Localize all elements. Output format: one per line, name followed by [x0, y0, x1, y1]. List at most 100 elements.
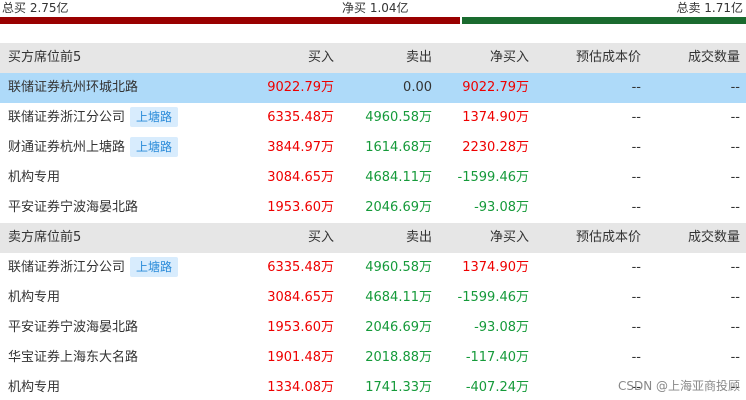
seat-tag-badge[interactable]: 上塘路 — [130, 106, 179, 127]
buy-seats-table: 买方席位前5 买入 卖出 净买入 预估成本价 成交数量 联储证券杭州环城北路 90… — [0, 43, 746, 223]
seat-name[interactable]: 财通证券杭州上塘路 — [8, 140, 125, 155]
sell-value-cell: 2046.69万 — [365, 200, 432, 215]
seat-tag-badge[interactable]: 上塘路 — [130, 256, 179, 277]
total-sell-label: 总卖 1.71亿 — [676, 1, 743, 15]
seat-name-cell[interactable]: 联储证券浙江分公司 上塘路 — [8, 103, 179, 133]
buy-value-cell: 3844.97万 — [267, 140, 334, 155]
volume-value-cell: -- — [730, 200, 740, 215]
seat-tag-badge[interactable]: 上塘路 — [130, 136, 179, 157]
col-sell-header: 卖出 — [405, 50, 432, 65]
buy-value-cell: 1901.48万 — [267, 350, 334, 365]
seat-name-cell[interactable]: 机构专用 — [8, 283, 60, 313]
buy-value-cell: 3084.65万 — [267, 170, 334, 185]
seat-name-cell[interactable]: 机构专用 — [8, 373, 60, 400]
table-row[interactable]: 华宝证券上海东大名路 1901.48万 2018.88万 -117.40万 -- -- — [0, 343, 746, 373]
cost-value-cell: -- — [631, 140, 641, 155]
volume-value-cell: -- — [730, 320, 740, 335]
net-value-cell: -93.08万 — [474, 200, 529, 215]
seat-name-cell[interactable]: 机构专用 — [8, 163, 60, 193]
table-row[interactable]: 平安证券宁波海晏北路 1953.60万 2046.69万 -93.08万 -- -- — [0, 313, 746, 343]
buy-table-body: 联储证券杭州环城北路 9022.79万 0.00 9022.79万 -- -- 联储证券浙江… — [0, 73, 746, 223]
col-buy-header: 买入 — [307, 230, 334, 245]
sell-seats-table: 卖方席位前5 买入 卖出 净买入 预估成本价 成交数量 联储证券浙江分公司 上塘路… — [0, 223, 746, 400]
net-value-cell: 9022.79万 — [462, 80, 529, 95]
seat-name[interactable]: 华宝证券上海东大名路 — [8, 350, 138, 365]
seat-name[interactable]: 机构专用 — [8, 380, 60, 395]
buy-section-title: 买方席位前5 — [8, 50, 82, 65]
cost-value-cell: -- — [631, 260, 641, 275]
buy-table-header: 买方席位前5 买入 卖出 净买入 预估成本价 成交数量 — [0, 43, 746, 73]
seat-name-cell[interactable]: 平安证券宁波海晏北路 — [8, 313, 138, 343]
seat-name[interactable]: 联储证券浙江分公司 — [8, 110, 125, 125]
table-row[interactable]: 平安证券宁波海晏北路 1953.60万 2046.69万 -93.08万 -- -- — [0, 193, 746, 223]
net-value-cell: 1374.90万 — [462, 110, 529, 125]
table-row[interactable]: 财通证券杭州上塘路 上塘路 3844.97万 1614.68万 2230.28万 -- -- — [0, 133, 746, 163]
net-value-cell: 1374.90万 — [462, 260, 529, 275]
net-value-cell: 2230.28万 — [462, 140, 529, 155]
col-net-header: 净买入 — [489, 230, 529, 245]
volume-value-cell: -- — [730, 140, 740, 155]
cost-value-cell: -- — [631, 320, 641, 335]
sell-value-cell: 2018.88万 — [365, 350, 432, 365]
buy-value-cell: 6335.48万 — [267, 260, 334, 275]
total-buy-label: 总买 2.75亿 — [2, 1, 69, 15]
seat-name[interactable]: 机构专用 — [8, 290, 60, 305]
sell-value-cell: 0.00 — [403, 80, 432, 95]
cost-value-cell: -- — [631, 200, 641, 215]
seat-name[interactable]: 平安证券宁波海晏北路 — [8, 320, 138, 335]
volume-value-cell: -- — [730, 350, 740, 365]
col-net-header: 净买入 — [489, 50, 529, 65]
cost-value-cell: -- — [631, 350, 641, 365]
volume-value-cell: -- — [730, 260, 740, 275]
net-value-cell: -1599.46万 — [457, 290, 529, 305]
table-row[interactable]: 联储证券浙江分公司 上塘路 6335.48万 4960.58万 1374.90万 -- -- — [0, 253, 746, 283]
col-sell-header: 卖出 — [405, 230, 432, 245]
buy-value-cell: 1953.60万 — [267, 320, 334, 335]
col-cost-header: 预估成本价 — [575, 50, 641, 65]
col-volume-header: 成交数量 — [687, 230, 740, 245]
table-row[interactable]: 联储证券浙江分公司 上塘路 6335.48万 4960.58万 1374.90万 -- -- — [0, 103, 746, 133]
seat-name-cell[interactable]: 联储证券浙江分公司 上塘路 — [8, 253, 179, 283]
net-value-cell: -93.08万 — [474, 320, 529, 335]
cost-value-cell: -- — [631, 170, 641, 185]
volume-value-cell: -- — [730, 170, 740, 185]
col-cost-header: 预估成本价 — [575, 230, 641, 245]
sell-value-cell: 1741.33万 — [365, 380, 432, 395]
sell-value-cell: 4960.58万 — [365, 110, 432, 125]
seat-name-cell[interactable]: 财通证券杭州上塘路 上塘路 — [8, 133, 179, 163]
net-value-cell: -407.24万 — [465, 380, 529, 395]
buy-value-cell: 6335.48万 — [267, 110, 334, 125]
volume-value-cell: -- — [730, 290, 740, 305]
watermark: CSDN @上海亚商投顾 — [617, 379, 740, 393]
sell-section-title: 卖方席位前5 — [8, 230, 82, 245]
buy-ratio-bar — [0, 17, 460, 24]
seat-name[interactable]: 机构专用 — [8, 170, 60, 185]
seat-name[interactable]: 平安证券宁波海晏北路 — [8, 200, 138, 215]
seat-name-cell[interactable]: 平安证券宁波海晏北路 — [8, 193, 138, 223]
buy-value-cell: 3084.65万 — [267, 290, 334, 305]
sell-value-cell: 2046.69万 — [365, 320, 432, 335]
seat-name[interactable]: 联储证券杭州环城北路 — [8, 80, 138, 95]
net-value-cell: -1599.46万 — [457, 170, 529, 185]
table-row[interactable]: 联储证券杭州环城北路 9022.79万 0.00 9022.79万 -- -- — [0, 73, 746, 103]
col-volume-header: 成交数量 — [687, 50, 740, 65]
buy-value-cell: 9022.79万 — [267, 80, 334, 95]
sell-ratio-bar — [462, 17, 746, 24]
table-row[interactable]: 机构专用 3084.65万 4684.11万 -1599.46万 -- -- — [0, 163, 746, 193]
net-value-cell: -117.40万 — [465, 350, 529, 365]
volume-value-cell: -- — [730, 80, 740, 95]
sell-value-cell: 4684.11万 — [365, 170, 432, 185]
volume-value-cell: -- — [730, 110, 740, 125]
seat-name-cell[interactable]: 联储证券杭州环城北路 — [8, 73, 138, 103]
cost-value-cell: -- — [631, 290, 641, 305]
sell-value-cell: 4960.58万 — [365, 260, 432, 275]
sell-value-cell: 1614.68万 — [365, 140, 432, 155]
buy-value-cell: 1953.60万 — [267, 200, 334, 215]
net-buy-label: 净买 1.04亿 — [342, 1, 409, 15]
sell-table-header: 卖方席位前5 买入 卖出 净买入 预估成本价 成交数量 — [0, 223, 746, 253]
seat-name-cell[interactable]: 华宝证券上海东大名路 — [8, 343, 138, 373]
cost-value-cell: -- — [631, 80, 641, 95]
seat-name[interactable]: 联储证券浙江分公司 — [8, 260, 125, 275]
table-row[interactable]: 机构专用 3084.65万 4684.11万 -1599.46万 -- -- — [0, 283, 746, 313]
col-buy-header: 买入 — [307, 50, 334, 65]
